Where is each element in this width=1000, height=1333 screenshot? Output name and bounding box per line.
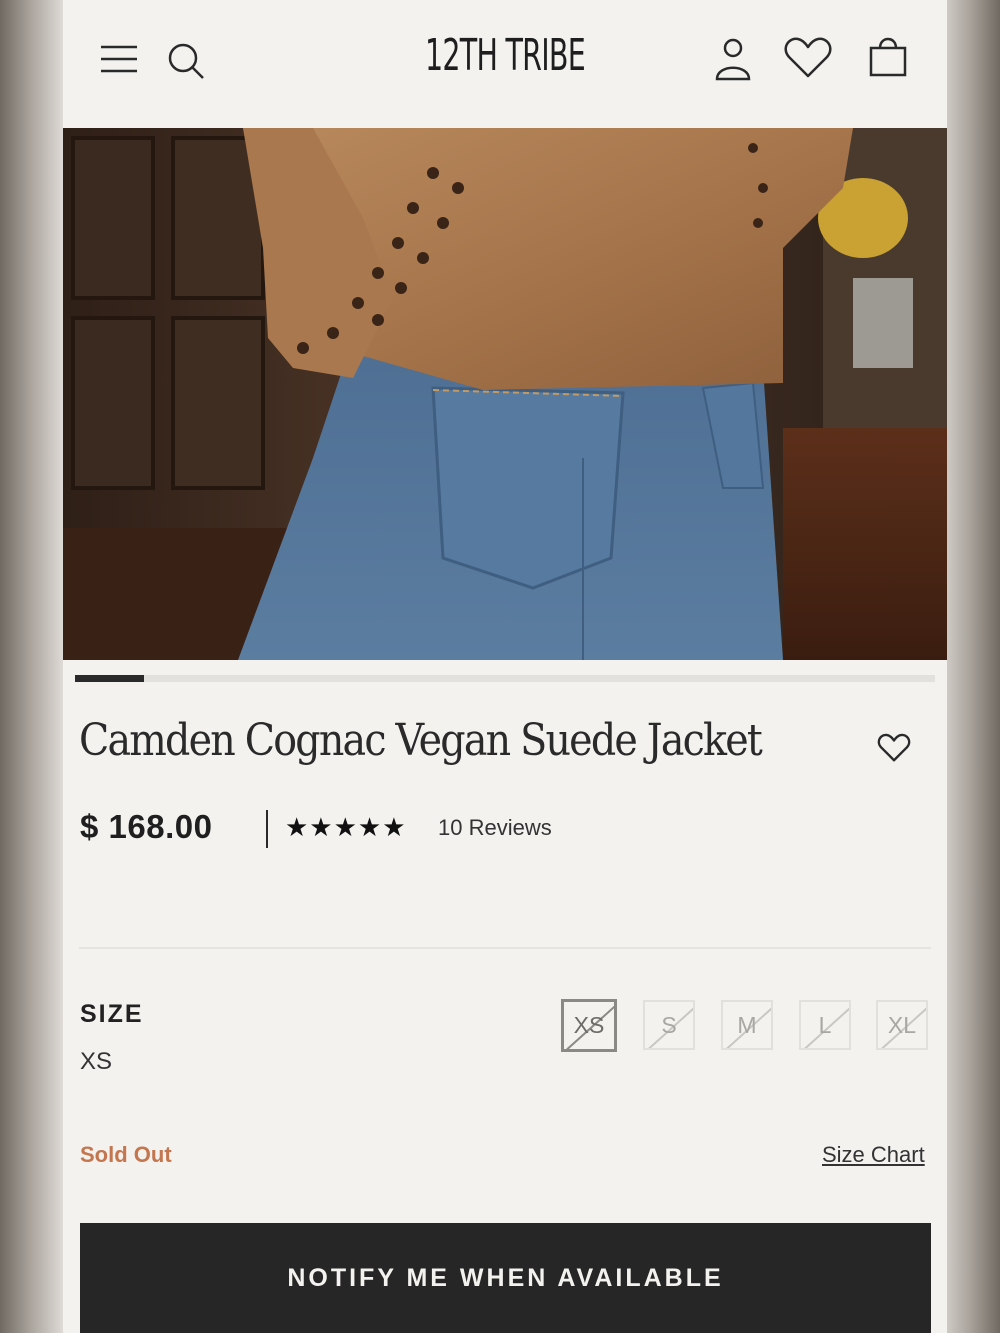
availability-status: Sold Out bbox=[80, 1142, 172, 1167]
search-icon[interactable] bbox=[165, 40, 207, 82]
product-page: 12TH TRIBE Camden Cognac Vegan Suede Jac… bbox=[63, 0, 947, 1333]
size-option-l[interactable]: L bbox=[799, 1000, 851, 1050]
site-header: 12TH TRIBE bbox=[63, 0, 947, 128]
menu-icon[interactable] bbox=[99, 42, 139, 76]
size-chart-link[interactable]: Size Chart bbox=[822, 1142, 925, 1168]
product-title: Camden Cognac Vegan Suede Jacket bbox=[79, 715, 763, 766]
size-option-label: L bbox=[818, 1012, 832, 1038]
notify-me-button[interactable]: NOTIFY ME WHEN AVAILABLE bbox=[80, 1223, 931, 1333]
size-option-m[interactable]: M bbox=[721, 1000, 773, 1050]
product-image[interactable] bbox=[63, 128, 947, 660]
size-label: SIZE bbox=[80, 1000, 144, 1028]
size-option-label: XS bbox=[573, 1012, 605, 1038]
rating-stars[interactable]: ★★★★★ bbox=[285, 812, 407, 843]
product-price: $ 168.00 bbox=[80, 808, 213, 845]
carousel-progress bbox=[75, 675, 935, 682]
size-option-label: M bbox=[737, 1012, 757, 1038]
price-divider bbox=[266, 810, 268, 848]
brand-logo[interactable]: 12TH TRIBE bbox=[403, 30, 607, 81]
cart-icon[interactable] bbox=[867, 32, 909, 78]
section-divider bbox=[79, 947, 931, 949]
selected-size-value: XS bbox=[80, 1048, 113, 1075]
account-icon[interactable] bbox=[713, 36, 753, 82]
wishlist-icon[interactable] bbox=[783, 36, 833, 80]
add-to-wishlist-icon[interactable] bbox=[877, 733, 911, 763]
size-option-label: S bbox=[661, 1012, 677, 1038]
size-option-xl[interactable]: XL bbox=[876, 1000, 928, 1050]
size-option-s[interactable]: S bbox=[643, 1000, 695, 1050]
size-option-label: XL bbox=[887, 1012, 917, 1038]
reviews-link[interactable]: 10 Reviews bbox=[438, 815, 552, 841]
carousel-progress-fill bbox=[75, 675, 144, 682]
size-option-xs[interactable]: XS bbox=[561, 999, 617, 1052]
